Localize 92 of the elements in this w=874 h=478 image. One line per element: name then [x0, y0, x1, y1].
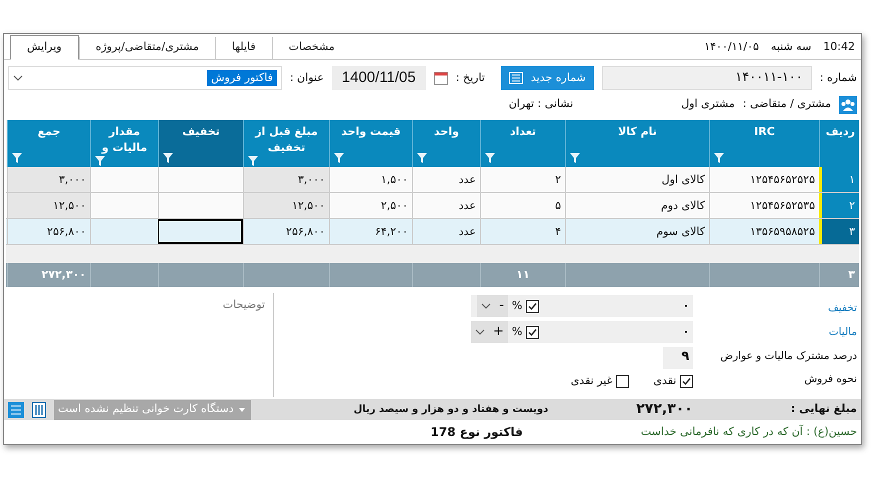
- final-label: مبلغ نهایی :: [790, 401, 857, 418]
- column-header[interactable]: تخفیف: [158, 120, 243, 168]
- percent-sign: %: [512, 324, 522, 340]
- table-row[interactable]: ۱ ۱۲۵۴۵۶۵۲۵۲۵ کالای اول ۲ عدد ۱,۵۰۰ ۳,۰۰۰ ۳,۰۰۰: [6, 167, 859, 194]
- table-row[interactable]: ۲ ۱۲۵۴۵۶۵۲۵۳۵ کالای دوم ۵ عدد ۲,۵۰۰ ۱۲,۵۰۰ ۱۲,۵۰۰: [6, 193, 859, 220]
- table-cell: ۲: [480, 167, 565, 192]
- weekday-text: سه شنبه: [770, 39, 812, 56]
- customer-label: مشتری / متقاضی :: [742, 96, 831, 112]
- table-cell: کالای اول: [565, 167, 709, 192]
- date-field[interactable]: 1400/11/05: [332, 66, 426, 90]
- filter-icon[interactable]: [163, 153, 173, 164]
- final-amount: ۲۷۲,۳۰۰: [636, 400, 693, 420]
- column-header[interactable]: واحد: [412, 120, 480, 168]
- table-cell: کالای سوم: [565, 219, 709, 244]
- total-cell: ۱۱: [480, 263, 565, 288]
- discount-label: تخفیف: [826, 301, 857, 316]
- invoice-type: فاکتور نوع 178: [430, 424, 523, 442]
- quote-text: حسین(ع) : آن که در کاری که نافرمانی خداست: [640, 424, 857, 440]
- sale-type-label: نحوه فروش: [803, 372, 857, 388]
- clock-time: 10:42: [823, 39, 855, 56]
- table-cell: ۳: [819, 219, 859, 244]
- table-row[interactable]: ۳ ۱۳۵۶۵۹۵۸۵۲۵ کالای سوم ۴ عدد ۶۴,۲۰۰ ۲۵۶,۸۰۰ ۲۵۶,۸۰۰: [6, 219, 859, 246]
- number-field[interactable]: ۱۴۰۰۱۱-۱۰۰: [602, 66, 812, 90]
- table-cell: ۱۳۵۶۵۹۵۸۵۲۵: [709, 219, 819, 244]
- table-cell: ۲۵۶,۸۰۰: [7, 219, 90, 244]
- tab[interactable]: ویرایش: [10, 34, 79, 60]
- column-header[interactable]: مقدار مالیات و: [90, 120, 158, 168]
- table-cell: ۱۲۵۴۵۶۵۲۵۲۵: [709, 167, 819, 192]
- filter-icon[interactable]: [12, 153, 22, 164]
- date-text: ۱۴۰۰/۱۱/۰۵: [704, 39, 759, 56]
- amount-in-words: دویست و هفتاد و دو هزار و سیصد ریال: [354, 403, 548, 418]
- checkbox[interactable]: [616, 374, 630, 388]
- table-cell: ۴: [480, 219, 565, 244]
- chevron-down-icon[interactable]: [475, 329, 485, 336]
- number-label: شماره :: [820, 70, 857, 86]
- table-cell: ۲: [819, 193, 859, 218]
- address-text: نشانی : تهران: [508, 96, 574, 112]
- shared-tax-label: درصد مشترک مالیات و عوارض: [719, 348, 857, 364]
- checkbox[interactable]: [526, 326, 540, 339]
- table-cell: کالای دوم: [565, 193, 709, 218]
- table-cell: ۲۵۶,۸۰۰: [243, 219, 329, 244]
- column-header[interactable]: IRC: [709, 120, 819, 168]
- table-cell: ۳,۰۰۰: [7, 167, 90, 192]
- table-cell: ۱۲,۵۰۰: [243, 193, 329, 218]
- table-cell: ۱۲۵۴۵۶۵۲۵۳۵: [709, 193, 819, 218]
- table-cell: عدد: [412, 167, 480, 192]
- amount-field[interactable]: ۰: [543, 298, 694, 314]
- amount-field[interactable]: ۰: [543, 324, 694, 340]
- total-cell: ۲۷۲,۳۰۰: [7, 263, 90, 288]
- table-cell: ۱: [819, 167, 859, 192]
- filter-icon[interactable]: [95, 156, 105, 166]
- filter-icon[interactable]: [714, 153, 724, 164]
- customer-name: مشتری اول: [681, 96, 735, 112]
- tab[interactable]: مشخصات: [272, 36, 351, 58]
- chevron-down-icon[interactable]: [13, 75, 23, 82]
- option-label[interactable]: نقدی: [653, 373, 676, 390]
- date-label: تاریخ :: [456, 70, 485, 86]
- sign-dropdown[interactable]: +: [471, 321, 508, 344]
- barcode-icon[interactable]: [32, 402, 46, 418]
- filter-icon[interactable]: [417, 153, 427, 164]
- sign-dropdown[interactable]: -: [477, 295, 508, 318]
- option-label[interactable]: غیر نقدی: [570, 373, 612, 390]
- filter-icon[interactable]: [570, 153, 580, 164]
- column-header[interactable]: مبلغ قبل از تخفیف: [243, 120, 329, 168]
- people-icon: [839, 96, 857, 114]
- filter-icon[interactable]: [334, 153, 344, 164]
- column-header[interactable]: قیمت واحد: [329, 120, 412, 168]
- table-cell: ۱۲,۵۰۰: [7, 193, 90, 218]
- calendar-icon[interactable]: [434, 71, 448, 86]
- tab[interactable]: فایلها: [214, 36, 272, 58]
- table-cell: عدد: [412, 219, 480, 244]
- column-header[interactable]: جمع: [7, 120, 90, 168]
- checkbox[interactable]: [526, 300, 540, 313]
- title-select[interactable]: فاکتور فروش: [8, 66, 282, 90]
- notes-field[interactable]: توضیحات: [4, 293, 274, 398]
- total-cell: ۳: [819, 263, 859, 288]
- tax-label: مالیات: [828, 324, 857, 340]
- filter-icon[interactable]: [248, 156, 258, 166]
- percent-sign: %: [512, 298, 522, 314]
- shared-tax-field[interactable]: ۹: [663, 347, 694, 370]
- table-cell: ۶۴,۲۰۰: [329, 219, 412, 244]
- checkbox[interactable]: [680, 374, 694, 388]
- table-cell: ۵: [480, 193, 565, 218]
- chevron-down-icon[interactable]: [481, 303, 492, 310]
- table-cell: ۳,۰۰۰: [243, 167, 329, 192]
- column-header[interactable]: تعداد: [480, 120, 565, 168]
- table-cell: عدد: [412, 193, 480, 218]
- title-label: عنوان :: [290, 70, 324, 86]
- new-number-button[interactable]: شماره جدید: [500, 66, 594, 90]
- column-header[interactable]: نام کالا: [565, 120, 709, 168]
- filter-icon[interactable]: [485, 153, 495, 164]
- column-header[interactable]: ردیف: [819, 120, 859, 168]
